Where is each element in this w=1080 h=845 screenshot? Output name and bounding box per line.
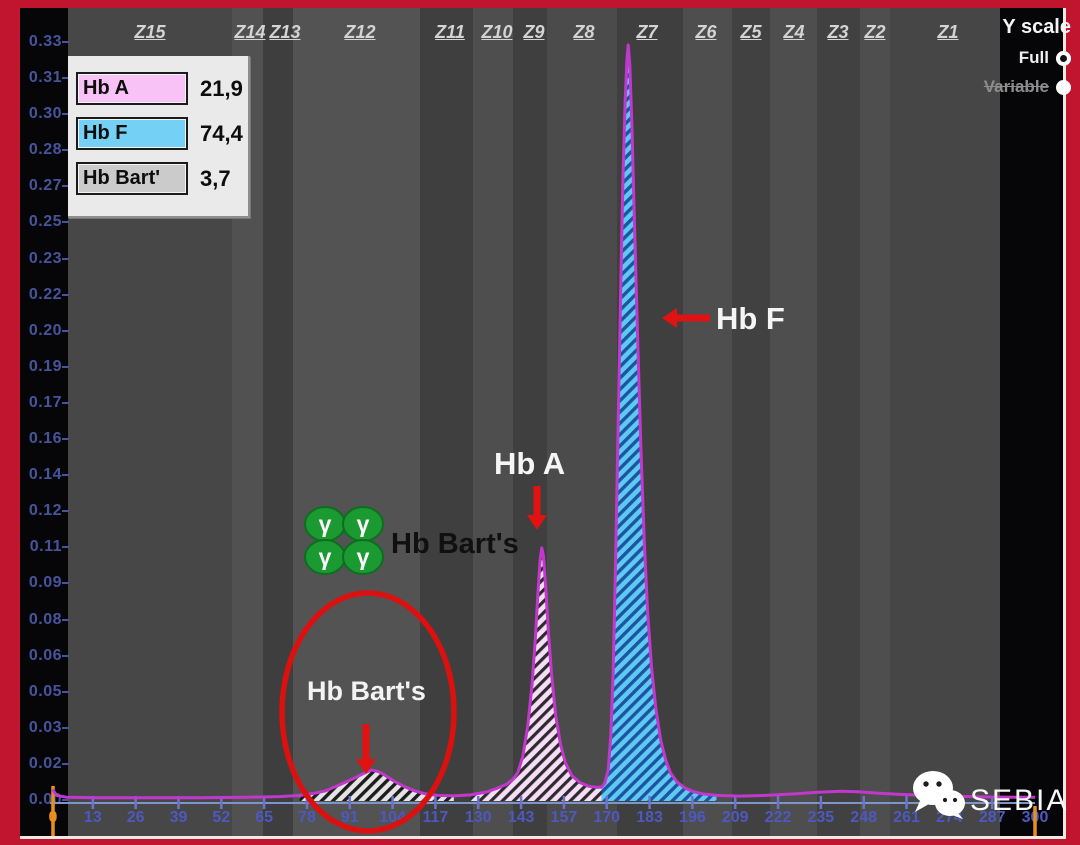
gamma-tetramer-icon: γ γ γ γ [303,504,385,576]
electrophoresis-result-window: Z15Z14Z13Z12Z11Z10Z9Z8Z7Z6Z5Z4Z3Z2Z1 0.3… [0,0,1080,845]
svg-text:γ: γ [357,511,370,537]
wechat-icon [908,768,966,820]
sebia-logo-text: SEBIA [970,784,1068,818]
hb-a-peak-label: Hb A [494,446,565,482]
hb-f-arrow-head [662,308,677,328]
peak-area-hatch-pink [470,548,601,801]
hb-a-arrow-head [527,515,547,530]
svg-text:γ: γ [319,544,332,570]
sebia-logo: SEBIA [908,768,1068,820]
svg-text:γ: γ [357,544,370,570]
svg-text:γ: γ [319,511,332,537]
hb-barts-pointer-label: Hb Bart's [307,676,426,707]
electropherogram-plot [0,0,1080,845]
hb-f-peak-label: Hb F [716,301,785,337]
hb-barts-gamma-label: Hb Bart's [391,528,519,561]
